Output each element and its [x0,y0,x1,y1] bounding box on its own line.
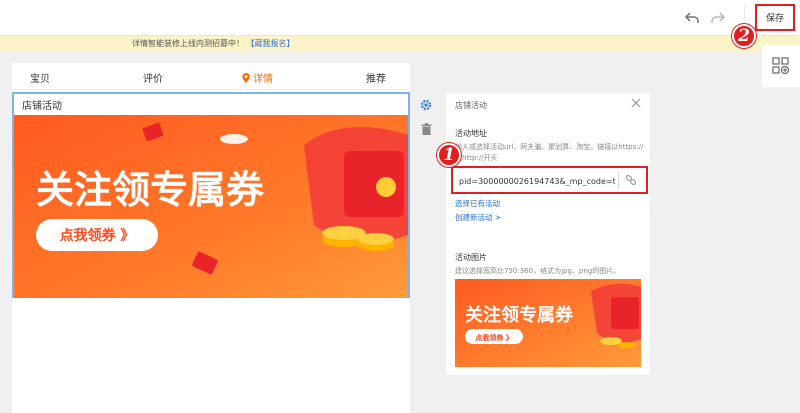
undo-button[interactable] [682,8,702,28]
save-button[interactable]: 保存 [755,4,795,31]
notice-bracket-close: 】 [286,39,295,48]
panel-title: 店铺活动 [455,101,487,110]
step-badge-1: 1 [437,143,461,167]
close-icon[interactable] [631,98,641,108]
tab-tuijian[interactable]: 推荐 [366,70,386,85]
activity-settings-panel: 店铺活动 活动地址 输入或选择活动url，阿夫骗、聚划算、淘宝。链接以https… [445,92,651,376]
image-label: 活动图片 [455,253,487,262]
image-description: 建议选择宽高比750:360，格式为jpg、png的图片。 [455,267,621,275]
module-delete-button[interactable] [416,117,436,141]
notice-text-wrap: 详情智能装修上线内测招募中！ 【蔵我报名】 [132,36,295,51]
module-library-button[interactable] [762,45,800,87]
banner-headline: 关注领专属券 [36,168,265,212]
gear-icon [420,99,432,111]
notice-banner: 详情智能装修上线内测招募中！ 【蔵我报名】 [0,36,800,51]
tab-xiangqing-label: 详情 [253,74,273,85]
preview-tabs: 宝贝 评价 详情 推荐 [12,63,410,90]
undo-icon [684,12,699,23]
notice-text: 详情智能装修上线内测招募中！ [132,39,244,48]
grid-add-icon [772,57,790,75]
link-icon [625,174,636,186]
notice-signup-link[interactable]: 蔵我报名 [255,39,287,48]
module-settings-button[interactable] [416,93,436,117]
tab-baobei[interactable]: 宝贝 [30,70,50,85]
shop-activity-module[interactable]: 店铺活动 关注领专属券 点我领券 》 [12,92,410,298]
thumbnail-headline: 关注领专属券 [465,304,574,326]
tab-xiangqing[interactable]: 详情 [242,70,273,85]
redo-button[interactable] [708,8,728,28]
page-preview: 宝贝 评价 详情 推荐 店铺活动 关注领专属券 点我领券 》 [12,63,410,413]
step-badge-2: 2 [732,24,756,48]
activity-banner-image: 关注领专属券 点我领券 》 [14,115,408,298]
thumbnail-cta: 点我领券 》 [475,333,512,342]
tab-pingjia[interactable]: 评价 [143,70,163,85]
url-link-button[interactable] [618,171,642,189]
url-field [451,166,648,194]
trash-icon [421,123,431,135]
url-description: 输入或选择活动url，阿夫骗、聚划算、淘宝。链接以https://或http:/… [455,143,644,162]
notice-bracket-open: 【 [246,39,255,48]
redo-icon [711,12,726,23]
location-pin-icon [242,73,250,83]
select-existing-activity-link[interactable]: 选择已有活动 [455,198,500,209]
activity-image-thumbnail[interactable]: 关注领专属券 点我领券 》 [455,279,641,367]
module-title: 店铺活动 [22,101,62,112]
create-activity-link[interactable]: 创建新活动 > [455,212,501,223]
url-label: 活动地址 [455,129,487,138]
url-input[interactable] [459,173,615,189]
banner-cta: 点我领券 》 [60,227,135,244]
module-side-tools [416,93,436,141]
top-toolbar: 保存 [0,0,800,36]
